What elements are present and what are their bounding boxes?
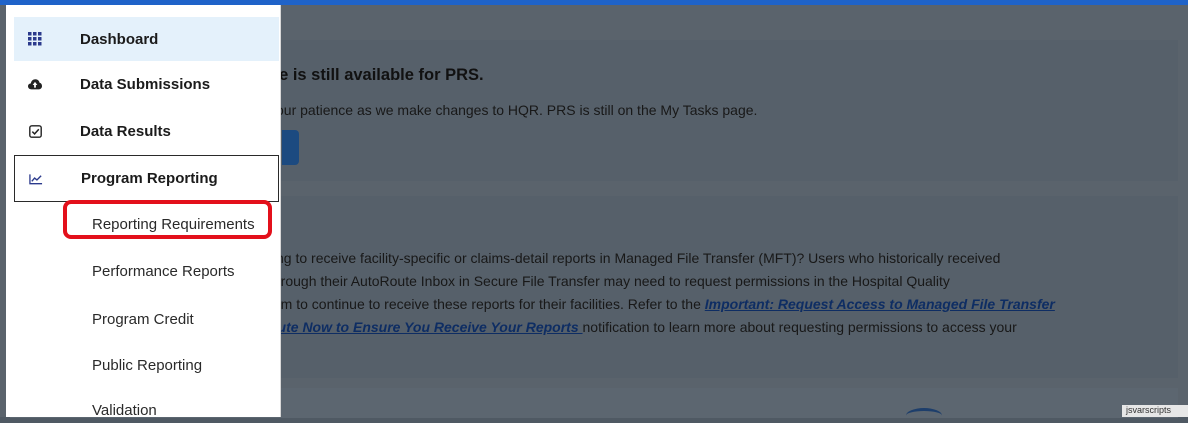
badge-icon bbox=[906, 408, 942, 423]
sidebar-item-dashboard[interactable]: Dashboard bbox=[14, 17, 279, 61]
alert-action-button[interactable] bbox=[282, 130, 299, 165]
sidebar-item-program-reporting[interactable]: Program Reporting bbox=[14, 155, 279, 202]
grid-icon bbox=[28, 32, 42, 46]
alert-title: ge is still available for PRS. bbox=[269, 66, 484, 84]
subnav-program-credit[interactable]: Program Credit bbox=[92, 311, 194, 328]
sidebar-item-label: Data Submissions bbox=[80, 75, 211, 93]
sidebar-item-data-results[interactable]: Data Results bbox=[14, 109, 279, 153]
sidebar-item-label: Data Results bbox=[80, 122, 171, 140]
cookie-banner[interactable]: jsvarscripts bbox=[1122, 405, 1188, 417]
sidebar-item-label: Dashboard bbox=[80, 30, 159, 48]
highlight-annotation bbox=[63, 200, 272, 239]
line-chart-icon bbox=[29, 172, 43, 186]
notice-line-3-text: tem to continue to receive these reports… bbox=[269, 296, 705, 312]
sidebar-item-label: Program Reporting bbox=[81, 170, 218, 187]
receive-reports-link[interactable]: oute Now to Ensure You Receive Your Repo… bbox=[269, 319, 583, 335]
notice-line-1: ting to receive facility-specific or cla… bbox=[269, 250, 1001, 266]
subnav-validation[interactable]: Validation bbox=[92, 402, 157, 419]
notice-line-4-text: notification to learn more about request… bbox=[582, 319, 1017, 335]
subnav-performance-reports[interactable]: Performance Reports bbox=[92, 263, 235, 280]
checkbox-icon bbox=[28, 124, 42, 138]
notice-line-4: oute Now to Ensure You Receive Your Repo… bbox=[269, 319, 1017, 335]
request-access-link[interactable]: Important: Request Access to Managed Fil… bbox=[705, 296, 1055, 312]
cloud-upload-icon bbox=[28, 77, 42, 91]
sidebar-item-data-submissions[interactable]: Data Submissions bbox=[14, 62, 279, 106]
subnav-public-reporting[interactable]: Public Reporting bbox=[92, 357, 202, 374]
notice-line-2: through their AutoRoute Inbox in Secure … bbox=[269, 273, 950, 289]
notice-line-3: tem to continue to receive these reports… bbox=[269, 296, 1055, 312]
alert-body: your patience as we make changes to HQR.… bbox=[269, 102, 758, 118]
